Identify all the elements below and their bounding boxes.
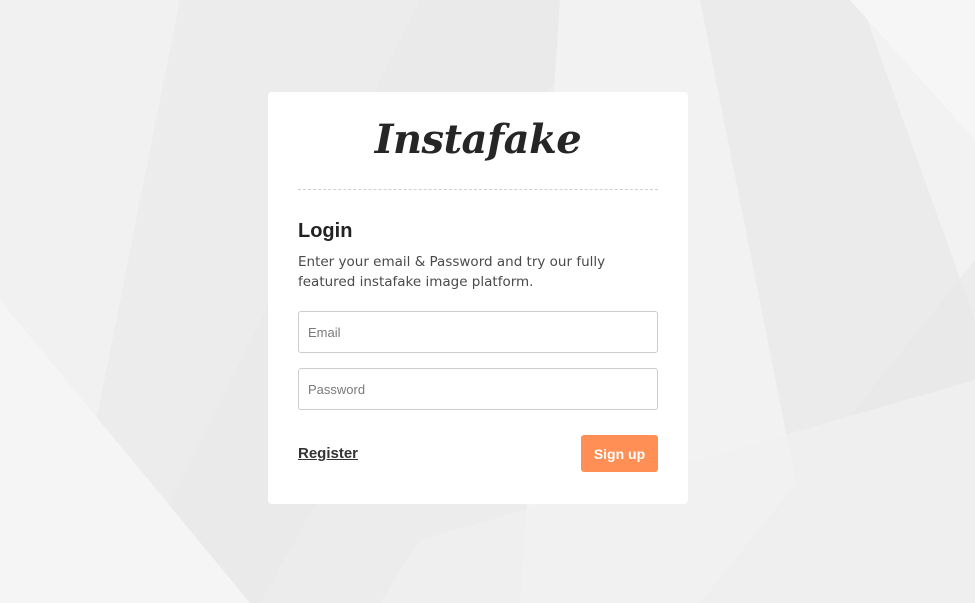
brand-logo: Instafake	[374, 116, 582, 163]
email-field[interactable]	[298, 311, 658, 353]
register-link[interactable]: Register	[298, 445, 358, 462]
login-title: Login	[298, 220, 353, 242]
login-card: Instafake Login Enter your email & Passw…	[268, 92, 688, 504]
divider	[298, 189, 658, 190]
login-description: Enter your email & Password and try our …	[298, 254, 606, 290]
password-field[interactable]	[298, 368, 658, 410]
form-actions: Register Sign up	[298, 435, 658, 472]
signup-button[interactable]: Sign up	[581, 435, 658, 472]
